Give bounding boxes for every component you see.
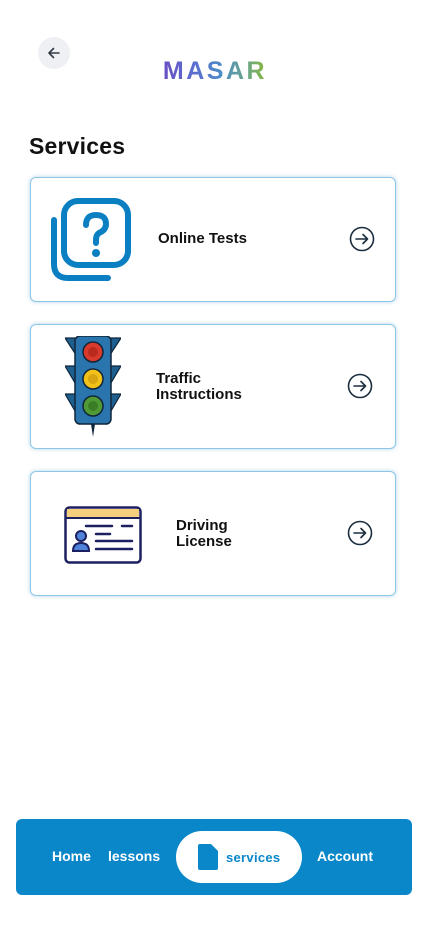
arrow-right-circle-icon[interactable] (347, 373, 373, 399)
bottom-nav: Home lessons services Account (16, 819, 412, 895)
arrow-left-icon (48, 47, 60, 59)
arrow-right-circle-icon[interactable] (349, 226, 375, 252)
services-screen: MASAR Services Online Tests Traffic Inst… (0, 0, 428, 926)
document-icon (198, 844, 218, 870)
masar-logo: MASAR (163, 57, 267, 84)
back-button[interactable] (38, 37, 70, 69)
nav-home[interactable]: Home (52, 848, 91, 864)
card-label: Driving License (176, 517, 232, 550)
traffic-instructions-card[interactable]: Traffic Instructions (30, 324, 396, 449)
nav-services[interactable]: services (176, 831, 302, 883)
question-chat-icon (51, 198, 131, 281)
driving-license-card[interactable]: Driving License (30, 471, 396, 596)
nav-account[interactable]: Account (317, 848, 373, 864)
nav-lessons[interactable]: lessons (108, 848, 160, 864)
card-label: Traffic Instructions (156, 370, 242, 403)
arrow-right-circle-icon[interactable] (347, 520, 373, 546)
traffic-light-icon (65, 336, 121, 437)
nav-services-label: services (226, 849, 281, 865)
page-title: Services (29, 133, 126, 159)
id-card-icon (64, 506, 142, 564)
card-label: Online Tests (158, 230, 247, 247)
online-tests-card[interactable]: Online Tests (30, 177, 396, 302)
logo-text: MASAR (163, 57, 267, 84)
